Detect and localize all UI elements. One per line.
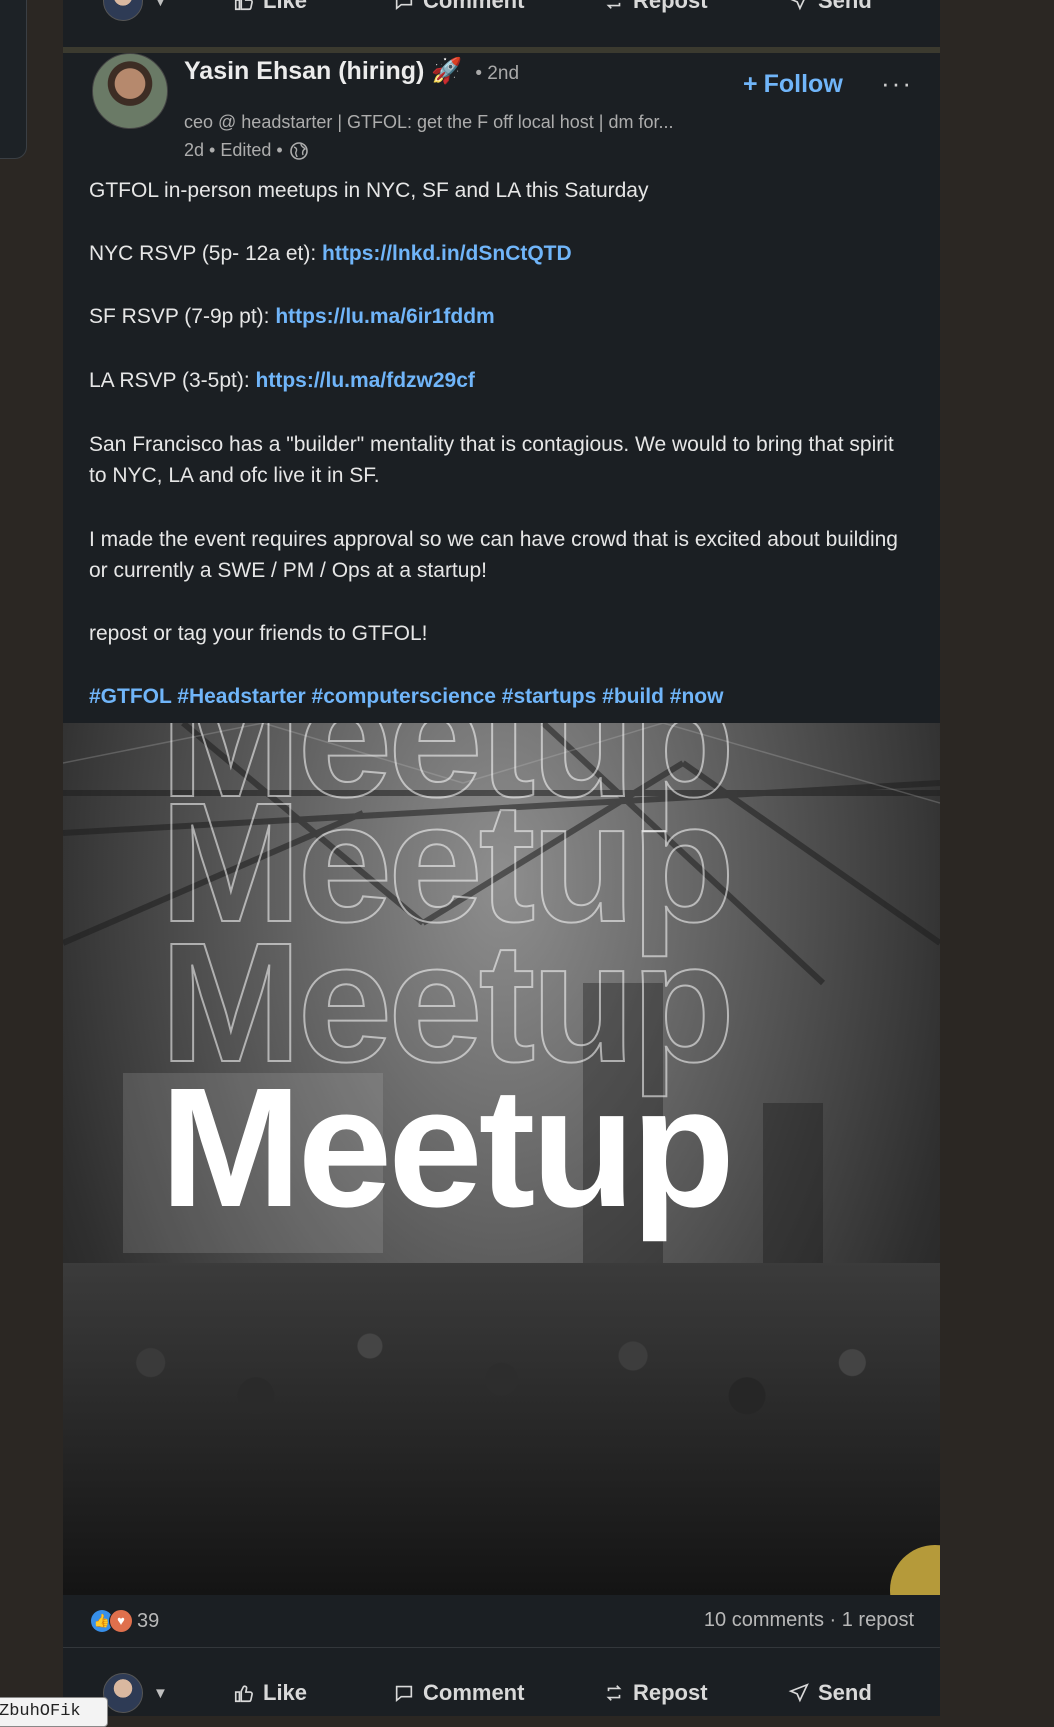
post-intro: GTFOL in-person meetups in NYC, SF and L…: [89, 179, 649, 202]
comment-icon: [395, 1685, 413, 1703]
send-icon: [788, 1683, 809, 1703]
post-hashtags[interactable]: #GTFOL #Headstarter #computerscience #st…: [89, 681, 909, 712]
post-image[interactable]: Meetup Meetup Meetup Meetup: [63, 723, 940, 1595]
follow-button[interactable]: + Follow: [743, 70, 843, 99]
feed: ▼ Like Comment Repost Send Yasin Ehsan (…: [63, 0, 940, 1716]
meetup-headline-text: Meetup: [160, 1053, 735, 1243]
reaction-count: 39: [137, 1609, 160, 1632]
side-panel-card: [0, 0, 27, 159]
comment-button[interactable]: Comment: [393, 1680, 524, 1706]
more-options-button[interactable]: ···: [881, 68, 913, 99]
repost-button[interactable]: Repost: [603, 1680, 708, 1706]
connection-degree: • 2nd: [475, 63, 520, 84]
avatar: [103, 1673, 143, 1713]
crowd-photo-area: [63, 1263, 940, 1595]
love-reaction-icon: ♥: [109, 1609, 133, 1633]
reactions-summary[interactable]: 👍 ♥ 39: [91, 1609, 159, 1633]
post-paragraph-2: I made the event requires approval so we…: [89, 528, 898, 582]
la-rsvp-line: LA RSVP (3-5pt): https://lu.ma/fdzw29cf: [89, 369, 475, 392]
author-avatar[interactable]: [92, 53, 168, 129]
send-button[interactable]: Send: [788, 1680, 872, 1706]
post-card: Yasin Ehsan (hiring) 🚀 • 2nd ceo @ heads…: [63, 53, 940, 1716]
la-rsvp-link[interactable]: https://lu.ma/fdzw29cf: [256, 369, 475, 392]
like-button[interactable]: Like: [233, 1680, 307, 1706]
social-counts-bar: 👍 ♥ 39 10 comments · 1 repost: [63, 1595, 940, 1648]
repost-icon: [606, 1685, 622, 1701]
nyc-rsvp-line: NYC RSVP (5p- 12a et): https://lnkd.in/d…: [89, 242, 572, 265]
author-name[interactable]: Yasin Ehsan (hiring) 🚀 • 2nd: [184, 57, 519, 86]
chevron-down-icon: ▼: [153, 1684, 168, 1702]
reactor-avatar-switch[interactable]: ▼: [103, 1673, 168, 1713]
nyc-rsvp-link[interactable]: https://lnkd.in/dSnCtQTD: [322, 242, 572, 265]
post-time: 2d • Edited •: [184, 140, 283, 160]
author-headline: ceo @ headstarter | GTFOL: get the F off…: [184, 112, 674, 132]
rocket-emoji: 🚀: [431, 57, 463, 85]
sf-rsvp-link[interactable]: https://lu.ma/6ir1fddm: [275, 305, 494, 328]
post-paragraph-1: San Francisco has a "builder" mentality …: [89, 433, 894, 487]
like-icon: [234, 1685, 253, 1703]
post-action-bar: ▼ Like Comment Repost Send: [63, 1670, 940, 1716]
hover-tooltip: ZbuhOFik: [0, 1697, 108, 1727]
post-paragraph-3: repost or tag your friends to GTFOL!: [89, 622, 428, 645]
post-meta: 2d • Edited •: [184, 140, 309, 161]
plus-icon: +: [743, 70, 758, 98]
sf-rsvp-line: SF RSVP (7-9p pt): https://lu.ma/6ir1fdd…: [89, 305, 495, 328]
globe-icon: [289, 141, 308, 160]
comments-reposts-count[interactable]: 10 comments · 1 repost: [704, 1609, 914, 1632]
